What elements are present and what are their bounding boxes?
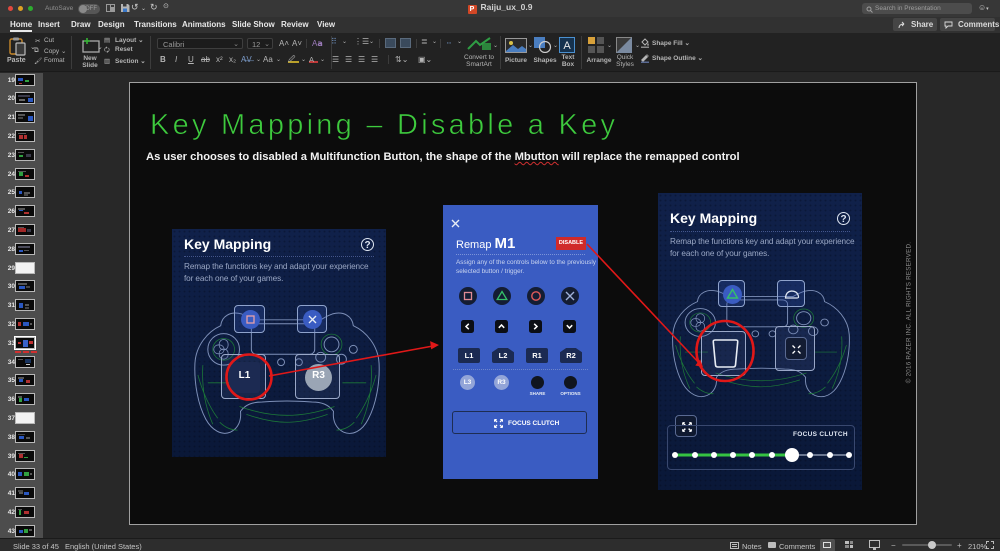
svg-text:A: A: [563, 40, 571, 52]
